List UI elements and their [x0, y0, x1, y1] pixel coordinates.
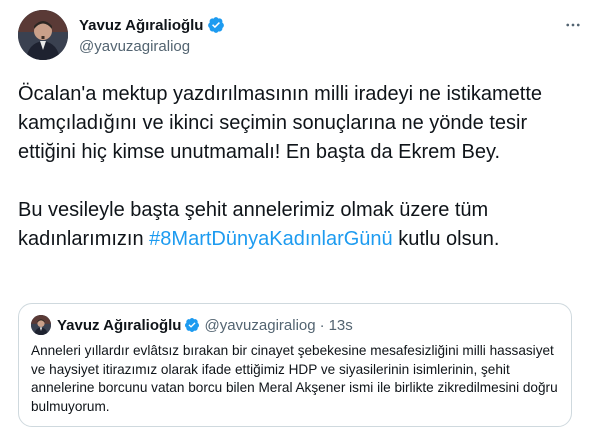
tweet-paragraph-2-end: kutlu olsun.	[392, 228, 500, 250]
tweet-text: Öcalan'a mektup yazdırılmasının milli ir…	[18, 80, 584, 254]
tweet: Yavuz Ağıralioğlu @yavuzagiraliog Öcalan…	[0, 0, 598, 442]
quoted-author-handle: @yavuzagiraliog	[204, 316, 316, 334]
quoted-timestamp[interactable]: 13s	[329, 317, 353, 334]
quoted-tweet[interactable]: Yavuz Ağıralioğlu @yavuzagiraliog · 13s …	[18, 303, 572, 427]
hashtag-link[interactable]: #8MartDünyaKadınlarGünü	[149, 228, 392, 250]
author-info: Yavuz Ağıralioğlu @yavuzagiraliog	[79, 15, 225, 55]
author-name-row: Yavuz Ağıralioğlu	[79, 15, 225, 35]
more-options-button[interactable]	[562, 14, 584, 36]
quoted-author-name: Yavuz Ağıralioğlu	[57, 316, 182, 334]
more-options-icon	[566, 23, 580, 27]
quoted-author-avatar-image	[31, 315, 51, 335]
tweet-paragraph-2: Bu vesileyle başta şehit annelerimiz olm…	[18, 196, 584, 254]
quoted-verified-badge-icon	[185, 318, 200, 332]
quoted-separator: ·	[319, 316, 325, 334]
author-handle[interactable]: @yavuzagiraliog	[79, 38, 225, 55]
author-avatar[interactable]	[18, 10, 68, 60]
verified-badge-icon	[208, 17, 225, 33]
tweet-paragraph-1: Öcalan'a mektup yazdırılmasının milli ir…	[18, 83, 543, 163]
quoted-tweet-text: Anneleri yıllardır evlâtsız bırakan bir …	[31, 343, 558, 414]
quoted-author-avatar	[31, 315, 51, 335]
author-name[interactable]: Yavuz Ağıralioğlu	[79, 17, 203, 34]
author-avatar-image	[18, 10, 68, 60]
quoted-tweet-header: Yavuz Ağıralioğlu @yavuzagiraliog · 13s	[31, 314, 559, 336]
